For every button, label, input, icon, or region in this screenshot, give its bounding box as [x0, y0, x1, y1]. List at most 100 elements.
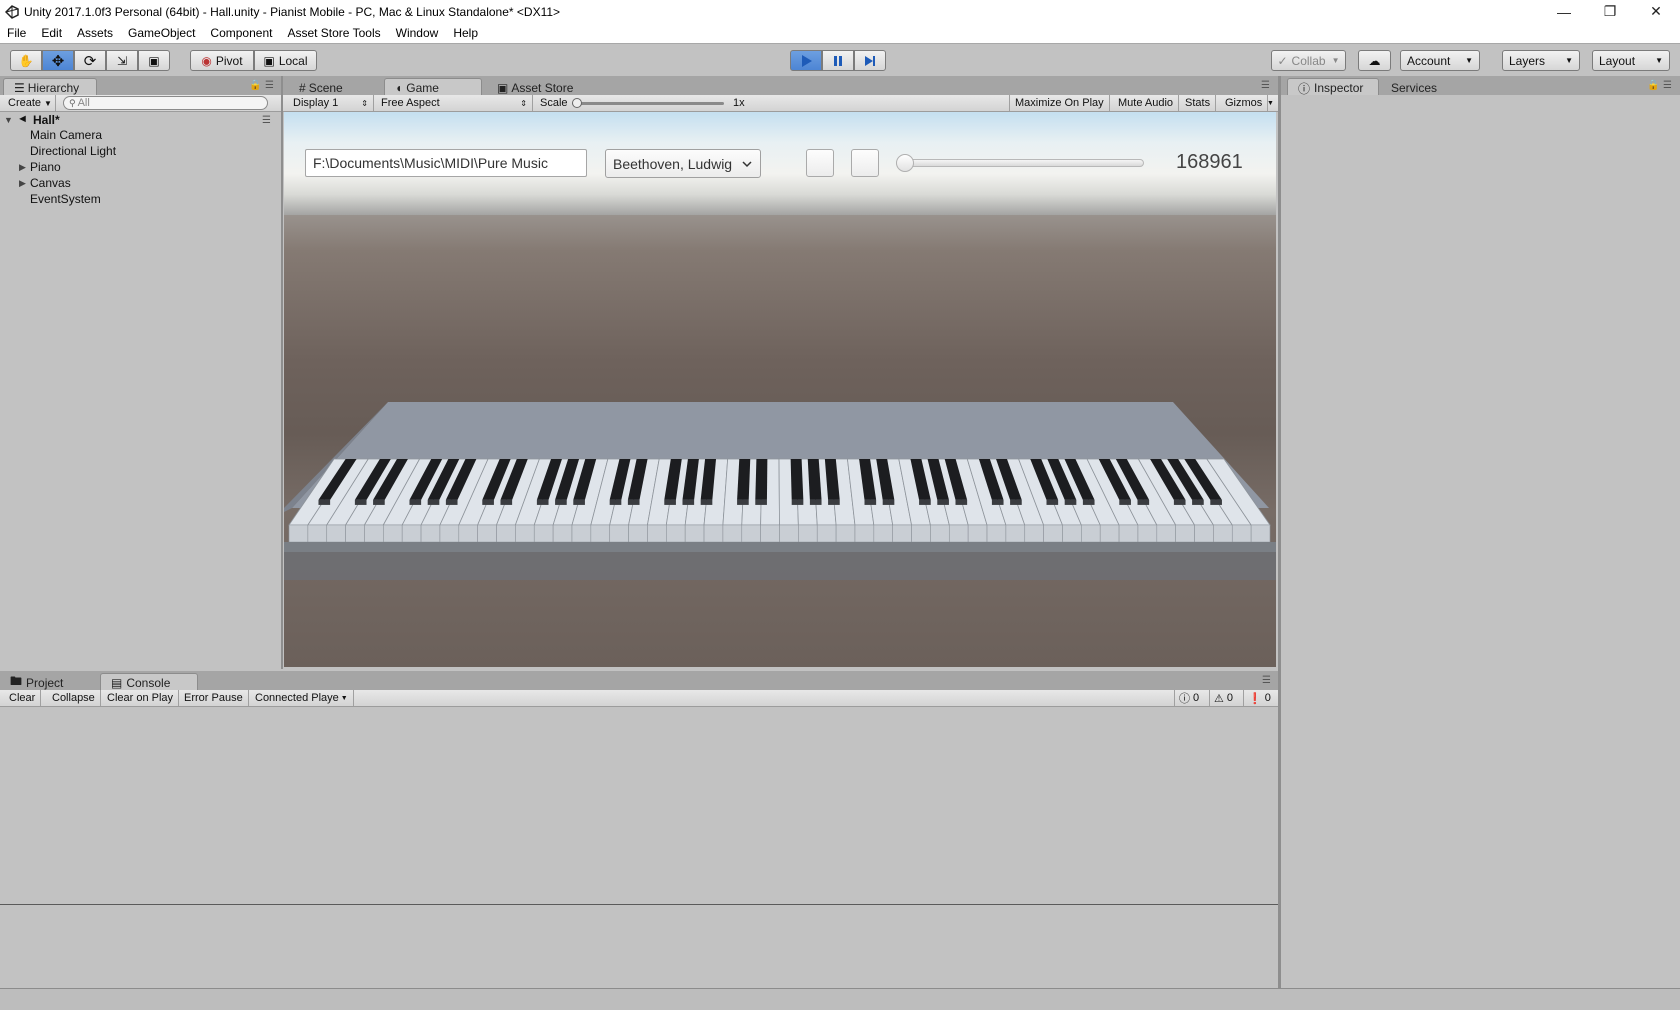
white-key-front	[1081, 524, 1101, 543]
tab-asset-store[interactable]: ▣ Asset Store	[487, 78, 583, 95]
menu-file[interactable]: File	[7, 26, 26, 40]
white-key-front	[798, 524, 818, 543]
error-icon: ❗	[1248, 692, 1262, 705]
pause-button[interactable]	[822, 50, 854, 71]
hand-tool-button[interactable]: ✋	[10, 50, 42, 71]
black-key-front	[373, 499, 385, 505]
cloud-button[interactable]: ☁	[1358, 50, 1391, 71]
tab-project[interactable]: 🖿 Project	[0, 673, 73, 690]
white-key-front	[760, 524, 780, 543]
layout-dropdown[interactable]: Layout ▼	[1592, 50, 1670, 71]
console-detail-divider[interactable]	[0, 904, 1278, 905]
create-label: Create	[8, 97, 42, 109]
error-count-toggle[interactable]: ❗ 0	[1243, 690, 1275, 706]
tab-asset-store-label: Asset Store	[511, 80, 574, 95]
black-key-front	[1137, 499, 1150, 505]
scale-tool-button[interactable]: ⇲	[106, 50, 138, 71]
white-key-front	[364, 524, 384, 543]
white-key-front	[590, 524, 611, 543]
menu-edit[interactable]: Edit	[41, 26, 62, 40]
hierarchy-item-piano[interactable]: Piano	[30, 160, 61, 174]
hierarchy-item-canvas[interactable]: Canvas	[30, 176, 71, 190]
panel-menu-icon[interactable]: ☰	[265, 80, 274, 91]
layers-dropdown[interactable]: Layers ▼	[1502, 50, 1580, 71]
aspect-dropdown[interactable]: Free Aspect ⇕	[376, 95, 533, 111]
minimize-icon[interactable]: —	[1541, 0, 1587, 23]
rect-tool-button[interactable]: ▣	[138, 50, 170, 71]
move-tool-button[interactable]: ✥	[42, 50, 74, 71]
white-key-front	[515, 524, 535, 543]
connected-player-dropdown[interactable]: Connected Playe ▼	[250, 690, 354, 706]
black-key-front	[809, 499, 822, 505]
white-key-front	[1194, 524, 1214, 543]
pivot-toggle[interactable]: ◉ Pivot	[190, 50, 254, 71]
aspect-label: Free Aspect	[381, 97, 440, 109]
lock-icon[interactable]: 🔒	[249, 80, 261, 91]
maximize-on-play-toggle[interactable]: Maximize On Play	[1009, 95, 1110, 111]
scale-slider-handle[interactable]	[572, 98, 582, 108]
white-key-front	[835, 524, 856, 543]
white-key-front	[439, 524, 460, 543]
tab-scene[interactable]: # Scene	[289, 78, 353, 95]
tab-inspector[interactable]: ⓘ Inspector	[1287, 78, 1379, 96]
panel-menu-icon[interactable]: ☰	[1262, 675, 1271, 686]
tab-hierarchy[interactable]: ☰ Hierarchy	[3, 78, 97, 95]
hand-icon: ✋	[18, 53, 34, 68]
scene-menu-icon[interactable]: ☰	[262, 115, 271, 126]
expand-arrow-icon[interactable]: ▼	[4, 115, 13, 125]
collab-dropdown[interactable]: ✓ Collab ▼	[1271, 50, 1346, 71]
white-key-front	[288, 524, 309, 543]
clear-button[interactable]: Clear	[4, 690, 42, 706]
gizmos-dropdown[interactable]: ▼	[1262, 95, 1276, 111]
close-icon[interactable]: ✕	[1633, 0, 1679, 23]
restore-icon[interactable]: ❐	[1587, 0, 1633, 23]
panel-menu-icon[interactable]: ☰	[1261, 80, 1270, 91]
menu-assets[interactable]: Assets	[77, 26, 113, 40]
stats-toggle[interactable]: Stats	[1180, 95, 1217, 111]
create-dropdown[interactable]: Create ▼	[3, 95, 56, 111]
account-dropdown[interactable]: Account ▼	[1400, 50, 1480, 71]
white-key-front	[986, 524, 1007, 543]
expand-arrow-icon[interactable]: ▶	[19, 162, 26, 173]
black-key-front	[1192, 499, 1204, 505]
panel-menu-icon[interactable]: ☰	[1663, 80, 1672, 91]
mute-audio-toggle[interactable]: Mute Audio	[1113, 95, 1180, 111]
console-log-area[interactable]	[0, 707, 1278, 987]
game-viewport[interactable]: F:\Documents\Music\MIDI\Pure Music Beeth…	[284, 112, 1276, 667]
menu-asset-store-tools[interactable]: Asset Store Tools	[287, 26, 380, 40]
warning-count-toggle[interactable]: ⚠ 0	[1209, 690, 1237, 706]
pause-icon	[834, 55, 842, 66]
menu-gameobject[interactable]: GameObject	[128, 26, 195, 40]
white-key-front	[533, 524, 554, 543]
black-key-front	[1210, 499, 1222, 505]
hierarchy-item-directional-light[interactable]: Directional Light	[30, 144, 116, 158]
display-label: Display 1	[293, 97, 339, 109]
display-dropdown[interactable]: Display 1 ⇕	[288, 95, 374, 111]
menu-window[interactable]: Window	[396, 26, 439, 40]
step-button[interactable]	[854, 50, 886, 71]
tab-console[interactable]: ▤ Console	[100, 673, 198, 690]
hierarchy-item-eventsystem[interactable]: EventSystem	[30, 192, 101, 206]
play-button[interactable]	[790, 50, 822, 71]
info-count-toggle[interactable]: ⓘ 0	[1174, 690, 1203, 706]
rotate-tool-button[interactable]: ⟳	[74, 50, 106, 71]
local-toggle[interactable]: ▣ Local	[254, 50, 317, 71]
error-pause-toggle[interactable]: Error Pause	[179, 690, 249, 706]
tab-game[interactable]: ◖ Game	[384, 78, 482, 95]
local-icon: ▣	[263, 53, 275, 68]
black-key-front	[937, 499, 949, 505]
collapse-toggle[interactable]: Collapse	[47, 690, 101, 706]
menu-component[interactable]: Component	[210, 26, 272, 40]
menu-help[interactable]: Help	[453, 26, 478, 40]
tab-project-label: Project	[26, 675, 64, 690]
expand-arrow-icon[interactable]: ▶	[19, 178, 26, 189]
scale-slider-track[interactable]	[572, 102, 724, 105]
hierarchy-item-main-camera[interactable]: Main Camera	[30, 128, 102, 142]
tab-services[interactable]: Services	[1381, 78, 1447, 95]
grid-icon: #	[299, 80, 306, 95]
hierarchy-search-field[interactable]: ⚲ All	[63, 96, 268, 110]
scene-row[interactable]: ▼ ◄ Hall* ☰	[0, 113, 281, 129]
white-key-front	[496, 524, 516, 543]
clear-on-play-toggle[interactable]: Clear on Play	[102, 690, 180, 706]
lock-icon[interactable]: 🔒	[1647, 80, 1659, 91]
